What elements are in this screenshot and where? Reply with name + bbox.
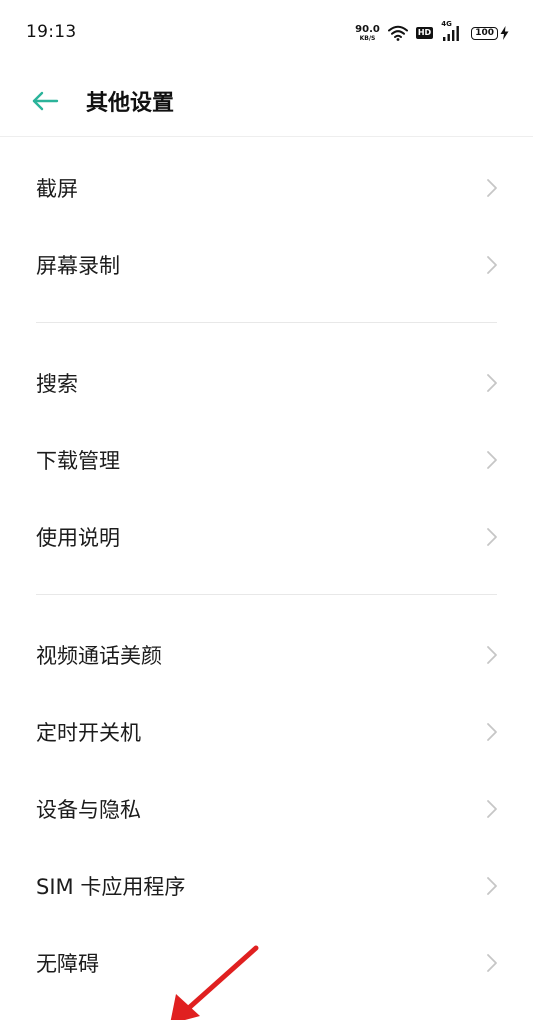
status-icons: 90.0 KB/S HD 4G 100 — [355, 20, 509, 46]
settings-item-label: 下载管理 — [36, 448, 120, 473]
page-title: 其他设置 — [86, 91, 175, 116]
chevron-right-icon — [487, 450, 497, 469]
battery-icon: 100 — [471, 26, 509, 40]
settings-item-label: 屏幕录制 — [36, 253, 120, 278]
chevron-right-icon — [487, 876, 497, 895]
settings-item-download-manager[interactable]: 下载管理 — [0, 421, 533, 498]
net-speed: 90.0 KB/S — [355, 23, 380, 42]
settings-item-label: 定时开关机 — [36, 720, 141, 745]
settings-item-device-privacy[interactable]: 设备与隐私 — [0, 770, 533, 847]
chevron-right-icon — [487, 953, 497, 972]
settings-item-label: 视频通话美颜 — [36, 643, 162, 668]
battery-level: 100 — [471, 26, 498, 40]
settings-item-search[interactable]: 搜索 — [0, 344, 533, 421]
chevron-right-icon — [487, 722, 497, 741]
charging-icon — [500, 26, 509, 40]
settings-item-video-call-beauty[interactable]: 视频通话美颜 — [0, 616, 533, 693]
settings-list: 截屏 屏幕录制 搜索 下载管理 使用说明 视频通话美颜 定时开关机 设备与隐私 … — [0, 137, 533, 1001]
arrow-left-icon — [32, 91, 59, 111]
net-speed-unit: KB/S — [359, 34, 376, 42]
net-speed-value: 90.0 — [355, 23, 380, 35]
settings-item-screenshot[interactable]: 截屏 — [0, 149, 533, 226]
settings-item-label: 搜索 — [36, 371, 78, 396]
back-button[interactable] — [30, 87, 60, 115]
settings-item-sim-apps[interactable]: SIM 卡应用程序 — [0, 847, 533, 924]
settings-item-label: 使用说明 — [36, 525, 120, 550]
app-header: 其他设置 — [0, 66, 533, 137]
chevron-right-icon — [487, 645, 497, 664]
chevron-right-icon — [487, 799, 497, 818]
chevron-right-icon — [487, 255, 497, 274]
settings-item-user-guide[interactable]: 使用说明 — [0, 498, 533, 575]
signal-icon: 4G — [441, 20, 463, 42]
settings-item-label: 截屏 — [36, 176, 78, 201]
settings-item-scheduled-power[interactable]: 定时开关机 — [0, 693, 533, 770]
settings-item-label: 无障碍 — [36, 951, 99, 976]
wifi-icon — [387, 25, 408, 41]
network-type: 4G — [441, 20, 452, 28]
chevron-right-icon — [487, 527, 497, 546]
status-bar: 19:13 90.0 KB/S HD 4G 100 — [0, 0, 533, 66]
chevron-right-icon — [487, 178, 497, 197]
settings-item-label: SIM 卡应用程序 — [36, 874, 186, 899]
status-time: 19:13 — [26, 22, 77, 42]
red-arrow-icon — [170, 945, 259, 1020]
settings-item-screen-recording[interactable]: 屏幕录制 — [0, 226, 533, 303]
settings-item-label: 设备与隐私 — [36, 797, 141, 822]
chevron-right-icon — [487, 373, 497, 392]
hd-badge: HD — [415, 27, 434, 39]
